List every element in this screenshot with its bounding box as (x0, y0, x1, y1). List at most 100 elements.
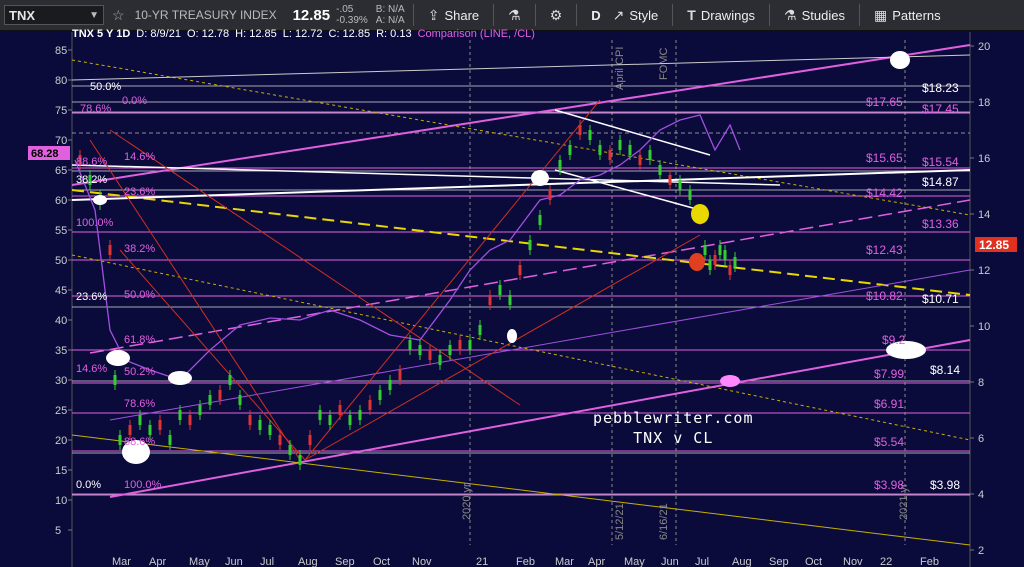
star-icon[interactable]: ☆ (112, 7, 125, 24)
candle-body (328, 415, 332, 425)
fib-level-label: 50.2% (124, 366, 155, 378)
right-axis-tick: 18 (978, 97, 990, 109)
candle-body (208, 395, 212, 405)
fib-level-label: 23.6% (124, 186, 155, 198)
patterns-icon: ▦ (873, 6, 888, 23)
share-icon: ⇪ (427, 6, 440, 23)
candle-body (368, 400, 372, 410)
price-level-label: $18.23 (922, 81, 959, 95)
fib-level-label: 0.0% (122, 95, 147, 107)
period-button[interactable]: D (585, 8, 606, 23)
candle-body (518, 265, 522, 275)
candle-body (498, 285, 502, 295)
watermark-site: pebblewriter.com (593, 409, 754, 427)
candle-body (728, 265, 732, 275)
x-axis-tick: Apr (588, 556, 605, 567)
left-axis-tick: 50 (55, 255, 67, 267)
candle-body (338, 405, 342, 415)
fib-level-label: 88.6% (76, 156, 107, 168)
fib-level-label: 38.2% (76, 174, 107, 186)
fib-level-label: 23.6% (76, 291, 107, 303)
ask-value: A: N/A (375, 15, 405, 26)
flask-button[interactable]: ⚗ (502, 7, 527, 24)
fib-level-label: 14.6% (124, 151, 155, 163)
fib-level-label: 100.0% (124, 479, 162, 491)
toolbar: TNX ▼ ☆ 10-YR TREASURY INDEX 12.85 -.05 … (0, 0, 1024, 31)
price-chart[interactable]: 85 80 75 70 65 60 55 50 45 40 35 30 25 20 15 10 5 20 18 16 1… (0, 30, 1024, 567)
fib-level-label: 14.6% (76, 363, 107, 375)
x-axis-tick: Mar (112, 556, 131, 567)
price-level-label: $15.65 (866, 151, 903, 165)
x-axis-tick: Jul (260, 556, 274, 567)
candle-body (658, 165, 662, 175)
left-axis-tick: 15 (55, 465, 67, 477)
x-axis-tick: Jun (225, 556, 243, 567)
candle-body (268, 425, 272, 435)
patterns-button[interactable]: ▦ Patterns (868, 7, 947, 24)
right-price-badge-text: 12.85 (979, 238, 1009, 252)
style-label: Style (629, 7, 659, 23)
marker-oval (507, 329, 517, 343)
drawings-button[interactable]: T Drawings (681, 7, 761, 23)
bid-ask: B: N/A A: N/A (376, 4, 405, 26)
left-price-badge-text: 68.28 (31, 148, 59, 160)
yellow-dashed-trendline (71, 189, 971, 296)
price-level-label: $8.14 (930, 363, 960, 377)
candle-body (488, 295, 492, 305)
ohlc-date: D: 8/9/21 (136, 28, 181, 40)
x-axis-tick: Feb (920, 556, 939, 567)
price-level-label: $15.54 (922, 155, 959, 169)
comparison-label: Comparison (LINE, /CL) (417, 28, 535, 40)
candle-body (733, 257, 737, 267)
x-axis-tick: Sep (335, 556, 355, 567)
candle-body (723, 250, 727, 260)
x-axis-tick: Jun (661, 556, 679, 567)
left-axis-tick: 25 (55, 405, 67, 417)
candle-body (118, 435, 122, 445)
fib-level-label: 78.6% (124, 398, 155, 410)
candle-body (358, 410, 362, 420)
flask-icon: ⚗ (508, 6, 521, 23)
settings-button[interactable]: ⚙ (544, 7, 569, 24)
pink-trendline-upper (71, 44, 971, 186)
price-level-label: $5.54 (874, 435, 904, 449)
candle-body (648, 150, 652, 160)
x-axis-tick: Aug (732, 556, 752, 567)
candle-body (408, 340, 412, 350)
candle-body (598, 145, 602, 155)
chart-area[interactable]: 85 80 75 70 65 60 55 50 45 40 35 30 25 20 15 10 5 20 18 16 1… (0, 28, 1024, 567)
price-level-label: $10.71 (922, 292, 959, 306)
candle-body (378, 390, 382, 400)
share-button[interactable]: ⇪ Share (422, 7, 485, 24)
x-axis-tick: Oct (373, 556, 390, 567)
left-axis-tick: 30 (55, 375, 67, 387)
vertical-marker-label: April CPI (614, 47, 626, 90)
candle-body (588, 130, 592, 140)
studies-button[interactable]: ⚗ Studies (778, 7, 851, 24)
right-axis-tick: 2 (978, 545, 984, 557)
candle-body (478, 325, 482, 335)
price-level-label: $13.36 (922, 217, 959, 231)
candle-body (578, 125, 582, 135)
divider (858, 4, 860, 26)
chevron-down-icon: ▼ (89, 9, 99, 21)
candle-body (418, 345, 422, 355)
candle-body (703, 245, 707, 255)
marker-oval (890, 51, 910, 69)
price-level-label: $3.98 (874, 478, 904, 492)
candle-body (298, 455, 302, 465)
candle-body (318, 410, 322, 420)
candle-body (688, 190, 692, 200)
patterns-label: Patterns (892, 7, 941, 23)
x-axis-tick: Nov (412, 556, 432, 567)
candle-body (188, 415, 192, 425)
right-axis-tick: 20 (978, 41, 990, 53)
x-axis-tick: 21 (476, 556, 488, 567)
price-change: -.05 -0.39% (336, 4, 368, 26)
right-axis-tick: 16 (978, 153, 990, 165)
price-level-label: $12.43 (866, 243, 903, 257)
symbol-selector[interactable]: TNX ▼ (4, 5, 104, 25)
x-axis-tick: Oct (805, 556, 822, 567)
style-button[interactable]: ↗ Style (607, 7, 665, 24)
left-axis-tick: 65 (55, 165, 67, 177)
